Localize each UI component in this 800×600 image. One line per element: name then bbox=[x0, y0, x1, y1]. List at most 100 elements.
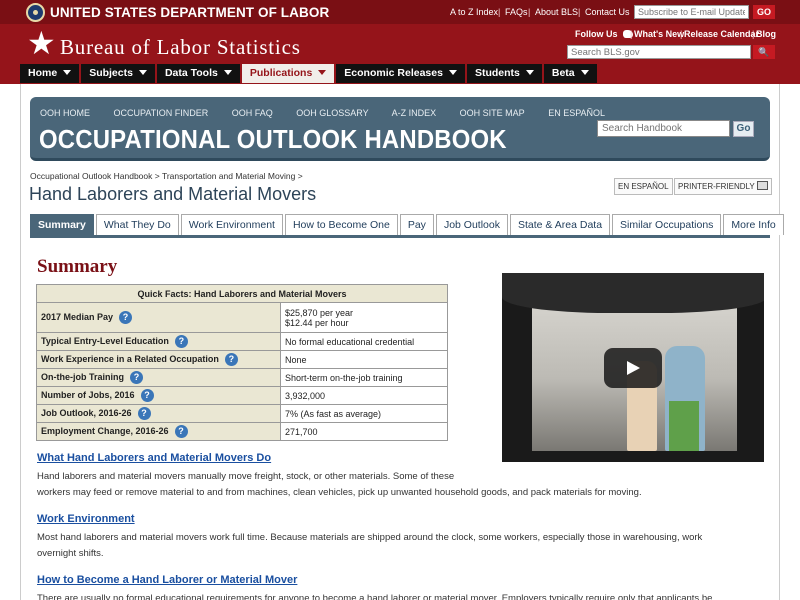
tab-state-area-data[interactable]: State & Area Data bbox=[509, 214, 611, 235]
printer-friendly-label: PRINTER-FRIENDLY bbox=[678, 182, 755, 191]
tab-similar-occupations[interactable]: Similar Occupations bbox=[612, 214, 722, 235]
nav-home[interactable]: Home bbox=[20, 64, 80, 83]
tab-underline bbox=[30, 235, 770, 238]
play-icon[interactable] bbox=[604, 348, 662, 388]
bls-title[interactable]: Bureau of Labor Statistics bbox=[60, 35, 301, 60]
help-icon[interactable]: ? bbox=[137, 407, 151, 420]
top-link-a-z-index[interactable]: A to Z Index bbox=[450, 7, 498, 17]
search-icon[interactable]: 🔍 bbox=[753, 45, 775, 59]
email-subscribe-input[interactable] bbox=[634, 5, 749, 19]
row-label: Job Outlook, 2016-26 bbox=[41, 407, 132, 418]
dol-title[interactable]: UNITED STATES DEPARTMENT OF LABOR bbox=[50, 5, 329, 20]
dol-seal-icon[interactable] bbox=[26, 3, 45, 22]
search-handbook-go-button[interactable]: Go bbox=[733, 121, 754, 137]
section-text: There are usually no formal educational … bbox=[37, 591, 777, 600]
chevron-down-icon bbox=[318, 70, 327, 75]
tab-summary[interactable]: Summary bbox=[30, 214, 94, 235]
chevron-down-icon bbox=[138, 70, 147, 75]
help-icon[interactable]: ? bbox=[174, 425, 188, 438]
tab-what-they-do[interactable]: What They Do bbox=[95, 214, 179, 235]
chevron-down-icon bbox=[580, 70, 589, 75]
row-label: Work Experience in a Related Occupation bbox=[41, 353, 219, 364]
quick-facts-value: 7% (As fast as average) bbox=[280, 404, 448, 423]
row-label: 2017 Median Pay bbox=[41, 311, 114, 322]
row-label: Employment Change, 2016-26 bbox=[41, 425, 169, 436]
ooh-link-espanol[interactable]: EN ESPAÑOL bbox=[548, 108, 605, 118]
section-text: Most hand laborers and material movers w… bbox=[37, 530, 777, 562]
printer-friendly-button[interactable]: PRINTER-FRIENDLY bbox=[674, 178, 772, 195]
nav-beta[interactable]: Beta bbox=[543, 64, 597, 83]
section-heading-what-they-do[interactable]: What Hand Laborers and Material Movers D… bbox=[37, 452, 271, 464]
top-link-about-bls[interactable]: About BLS bbox=[535, 7, 578, 17]
top-link-contact-us[interactable]: Contact Us bbox=[585, 7, 630, 17]
nav-label: Economic Releases bbox=[344, 67, 443, 79]
ooh-nav: OOH HOME OCCUPATION FINDER OOH FAQ OOH G… bbox=[40, 108, 626, 118]
tab-bar: Summary What They Do Work Environment Ho… bbox=[30, 214, 786, 235]
ooh-link-occupation-finder[interactable]: OCCUPATION FINDER bbox=[114, 108, 209, 118]
divider: | bbox=[578, 7, 581, 17]
social-link-whats-new[interactable]: What's New bbox=[634, 29, 684, 39]
breadcrumb-transportation[interactable]: Transportation and Material Moving bbox=[162, 171, 295, 181]
tab-work-environment[interactable]: Work Environment bbox=[180, 214, 283, 235]
section-heading-how-to-become[interactable]: How to Become a Hand Laborer or Material… bbox=[37, 574, 297, 586]
printer-icon bbox=[756, 181, 768, 190]
page-title: Hand Laborers and Material Movers bbox=[29, 184, 317, 204]
ooh-title[interactable]: OCCUPATIONAL OUTLOOK HANDBOOK bbox=[39, 124, 507, 155]
text-line: Most hand laborers and material movers w… bbox=[37, 532, 703, 543]
quick-facts-value: None bbox=[280, 350, 448, 369]
tab-how-to-become-one[interactable]: How to Become One bbox=[284, 214, 398, 235]
social-link-release-calendar[interactable]: Release Calendar bbox=[684, 29, 759, 39]
ooh-link-faq[interactable]: OOH FAQ bbox=[232, 108, 273, 118]
divider: | bbox=[680, 29, 683, 39]
nav-students[interactable]: Students bbox=[466, 64, 542, 83]
ooh-link-a-z-index[interactable]: A-Z INDEX bbox=[392, 108, 437, 118]
help-icon[interactable]: ? bbox=[224, 353, 238, 366]
quick-facts-label: On-the-job Training? bbox=[36, 368, 281, 387]
row-label: On-the-job Training bbox=[41, 371, 124, 382]
subscribe-go-button[interactable]: GO bbox=[753, 5, 775, 19]
quick-facts-label: Employment Change, 2016-26? bbox=[36, 422, 281, 441]
chevron-down-icon bbox=[63, 70, 72, 75]
top-link-faqs[interactable]: FAQs bbox=[505, 7, 528, 17]
video-person bbox=[665, 346, 705, 451]
tab-job-outlook[interactable]: Job Outlook bbox=[435, 214, 508, 235]
ooh-link-site-map[interactable]: OOH SITE MAP bbox=[460, 108, 525, 118]
help-icon[interactable]: ? bbox=[130, 371, 143, 384]
row-label: Typical Entry-Level Education bbox=[41, 335, 169, 346]
page: UNITED STATES DEPARTMENT OF LABOR A to Z… bbox=[0, 0, 800, 600]
search-bls-input[interactable] bbox=[567, 45, 751, 59]
nav-subjects[interactable]: Subjects bbox=[81, 64, 155, 83]
nav-publications[interactable]: Publications bbox=[241, 64, 335, 83]
quick-facts-label: 2017 Median Pay? bbox=[36, 302, 281, 333]
espanol-button[interactable]: EN ESPAÑOL bbox=[614, 178, 673, 195]
ooh-link-home[interactable]: OOH HOME bbox=[40, 108, 90, 118]
nav-data-tools[interactable]: Data Tools bbox=[156, 64, 240, 83]
tab-pay[interactable]: Pay bbox=[399, 214, 434, 235]
nav-label: Data Tools bbox=[164, 67, 218, 79]
text-line: Hand laborers and material movers manual… bbox=[37, 471, 455, 482]
quick-facts-value: No formal educational credential bbox=[280, 332, 448, 351]
tab-more-info[interactable]: More Info bbox=[723, 214, 784, 235]
nav-label: Home bbox=[28, 67, 58, 79]
search-handbook-input[interactable] bbox=[597, 120, 730, 137]
help-icon[interactable]: ? bbox=[119, 311, 133, 324]
text-line: workers may feed or remove material to a… bbox=[37, 487, 642, 498]
nav-economic-releases[interactable]: Economic Releases bbox=[336, 64, 465, 83]
quick-facts-value: $25,870 per year $12.44 per hour bbox=[280, 302, 448, 333]
bls-star-icon[interactable]: ★ bbox=[27, 27, 56, 59]
social-link-blog[interactable]: Blog bbox=[756, 29, 776, 39]
quick-facts-value: Short-term on-the-job training bbox=[280, 368, 448, 387]
video-player[interactable] bbox=[502, 273, 764, 462]
nav-label: Subjects bbox=[89, 67, 133, 79]
follow-us-label[interactable]: Follow Us bbox=[575, 29, 634, 39]
ooh-link-glossary[interactable]: OOH GLOSSARY bbox=[296, 108, 368, 118]
section-text: workers may feed or remove material to a… bbox=[37, 485, 777, 501]
help-icon[interactable]: ? bbox=[140, 389, 154, 402]
chevron-down-icon bbox=[448, 70, 457, 75]
quick-facts-label: Typical Entry-Level Education? bbox=[36, 332, 281, 351]
section-heading-work-environment[interactable]: Work Environment bbox=[37, 513, 135, 525]
divider: | bbox=[752, 29, 755, 39]
help-icon[interactable]: ? bbox=[174, 335, 188, 348]
site-header: UNITED STATES DEPARTMENT OF LABOR A to Z… bbox=[0, 0, 800, 84]
breadcrumb-ooh[interactable]: Occupational Outlook Handbook bbox=[30, 171, 152, 181]
